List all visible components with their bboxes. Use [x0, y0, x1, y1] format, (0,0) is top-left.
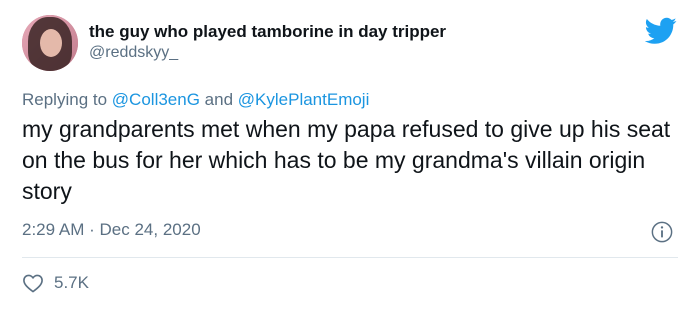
- author-handle[interactable]: @reddskyy_: [89, 44, 178, 62]
- like-action[interactable]: 5.7K: [22, 273, 89, 293]
- avatar[interactable]: [22, 15, 78, 71]
- avatar-face: [40, 29, 62, 57]
- tweet-time: 2:29 AM: [22, 220, 85, 239]
- heart-icon[interactable]: [22, 273, 44, 293]
- info-icon[interactable]: [651, 221, 673, 243]
- tweet-date: Dec 24, 2020: [99, 220, 201, 239]
- like-count: 5.7K: [54, 273, 89, 292]
- mention-link-1[interactable]: @Coll3enG: [112, 90, 200, 109]
- reply-context: Replying to @Coll3enG and @KylePlantEmoj…: [22, 90, 369, 110]
- tweet-timestamp[interactable]: 2:29 AM · Dec 24, 2020: [22, 220, 201, 240]
- reply-prefix: Replying to: [22, 90, 108, 109]
- divider: [22, 257, 678, 258]
- tweet-card: the guy who played tamborine in day trip…: [0, 0, 700, 311]
- mention-link-2[interactable]: @KylePlantEmoji: [238, 90, 370, 109]
- tweet-text: my grandparents met when my papa refused…: [22, 116, 671, 204]
- reply-joiner: and: [204, 90, 234, 109]
- twitter-bird-icon[interactable]: [645, 17, 677, 45]
- author-display-name[interactable]: the guy who played tamborine in day trip…: [89, 22, 446, 42]
- timestamp-separator: ·: [89, 220, 95, 239]
